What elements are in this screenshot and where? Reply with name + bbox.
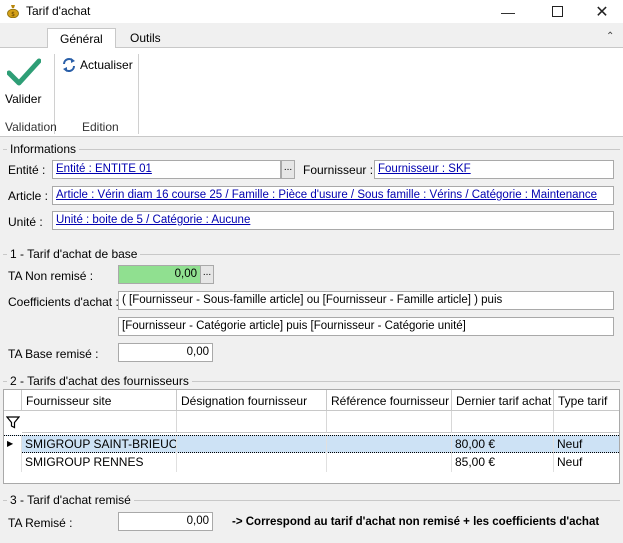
section-divider <box>3 149 620 150</box>
table-row[interactable]: SMIGROUP RENNES 85,00 € Neuf <box>4 454 619 472</box>
fournisseur-label: Fournisseur : <box>303 163 374 177</box>
ta-non-remise-browse-button[interactable]: ... <box>200 265 214 284</box>
ta-base-label: TA Base remisé : <box>8 347 99 361</box>
section-title-fournisseurs: 2 - Tarifs d'achat des fournisseurs <box>7 374 192 388</box>
ta-remise-label: TA Remisé : <box>8 516 73 530</box>
cell-type-tarif: Neuf <box>557 455 583 469</box>
cell-fournisseur-site: SMIGROUP SAINT-BRIEUC <box>22 436 177 454</box>
maximize-icon <box>551 6 563 17</box>
tab-general[interactable]: Général <box>47 28 116 50</box>
ta-non-remise-input[interactable]: 0,00 <box>118 265 201 284</box>
entite-browse-button[interactable]: ... <box>281 160 295 179</box>
ribbon-group-edition: Edition <box>82 120 119 134</box>
row-selector <box>4 454 22 472</box>
window-title: Tarif d'achat <box>26 4 91 18</box>
ta-remise-input[interactable]: 0,00 <box>118 512 213 531</box>
filter-cell[interactable] <box>177 411 327 433</box>
fournisseur-field[interactable]: Fournisseur : SKF <box>374 160 614 179</box>
entite-link[interactable]: Entité : ENTITE 01 <box>56 163 152 175</box>
remise-note: -> Correspond au tarif d'achat non remis… <box>232 516 600 528</box>
ribbon-group-divider <box>138 54 139 134</box>
filter-cell[interactable] <box>22 411 177 433</box>
collapse-ribbon-icon[interactable]: ⌃ <box>606 31 614 42</box>
coefficients-line-1: ( [Fournisseur - Sous-famille article] o… <box>118 291 614 310</box>
row-selector-icon: ▶ <box>4 436 22 454</box>
unite-link[interactable]: Unité : boite de 5 / Catégorie : Aucune <box>56 214 250 226</box>
section-title-informations: Informations <box>7 142 80 156</box>
cell-reference <box>327 454 452 472</box>
ta-base-input[interactable]: 0,00 <box>118 343 213 362</box>
coefficients-line-2: [Fournisseur - Catégorie article] puis [… <box>118 317 614 336</box>
close-button[interactable]: ✕ <box>579 0 623 23</box>
filter-cell[interactable] <box>452 411 554 433</box>
checkmark-icon[interactable] <box>7 58 41 88</box>
ta-non-remise-label: TA Non remisé : <box>8 269 94 283</box>
column-header-fournisseur-site[interactable]: Fournisseur site <box>22 390 177 411</box>
cell-type-tarif: Neuf <box>557 437 583 451</box>
grid-corner <box>4 390 22 411</box>
entite-label: Entité : <box>8 163 46 177</box>
cell-dernier-tarif: 80,00 € <box>452 436 554 454</box>
entite-field[interactable]: Entité : ENTITE 01 <box>52 160 281 179</box>
column-header-designation[interactable]: Désignation fournisseur <box>177 390 327 411</box>
section-title-base: 1 - Tarif d'achat de base <box>7 247 141 261</box>
unite-label: Unité : <box>8 215 43 229</box>
minimize-icon: — <box>501 3 515 20</box>
coefficients-label: Coefficients d'achat : <box>8 295 119 309</box>
money-bag-icon: $ <box>7 5 19 18</box>
cell-reference <box>327 436 452 454</box>
minimize-button[interactable]: — <box>485 0 531 23</box>
valider-button[interactable]: Valider <box>5 92 41 106</box>
fournisseur-link[interactable]: Fournisseur : SKF <box>378 163 471 175</box>
filter-cell[interactable] <box>327 411 452 433</box>
cell-dernier-tarif: 85,00 € <box>452 454 554 472</box>
filter-icon[interactable] <box>6 415 20 429</box>
column-header-type-tarif[interactable]: Type tarif <box>554 390 619 411</box>
table-row[interactable]: ▶ SMIGROUP SAINT-BRIEUC 80,00 € Neuf <box>4 435 619 454</box>
ribbon-group-validation: Validation <box>5 120 57 134</box>
unite-field[interactable]: Unité : boite de 5 / Catégorie : Aucune <box>52 211 614 230</box>
actualiser-button[interactable]: Actualiser <box>80 58 133 72</box>
svg-text:$: $ <box>11 11 15 18</box>
tab-outils[interactable]: Outils <box>118 28 173 49</box>
section-title-remise: 3 - Tarif d'achat remisé <box>7 493 134 507</box>
fournisseurs-grid[interactable]: Fournisseur site Désignation fournisseur… <box>3 389 620 484</box>
cell-fournisseur-site: SMIGROUP RENNES <box>22 454 177 472</box>
cell-designation <box>177 436 327 454</box>
refresh-icon[interactable] <box>61 57 77 73</box>
article-label: Article : <box>8 189 49 203</box>
close-icon: ✕ <box>595 3 609 21</box>
maximize-button[interactable] <box>534 0 580 23</box>
column-header-dernier-tarif[interactable]: Dernier tarif achat <box>452 390 554 411</box>
filter-cell[interactable] <box>554 411 619 433</box>
column-header-reference[interactable]: Référence fournisseur <box>327 390 452 411</box>
cell-designation <box>177 454 327 472</box>
article-link[interactable]: Article : Vérin diam 16 course 25 / Fami… <box>56 189 597 201</box>
article-field[interactable]: Article : Vérin diam 16 course 25 / Fami… <box>52 186 614 205</box>
